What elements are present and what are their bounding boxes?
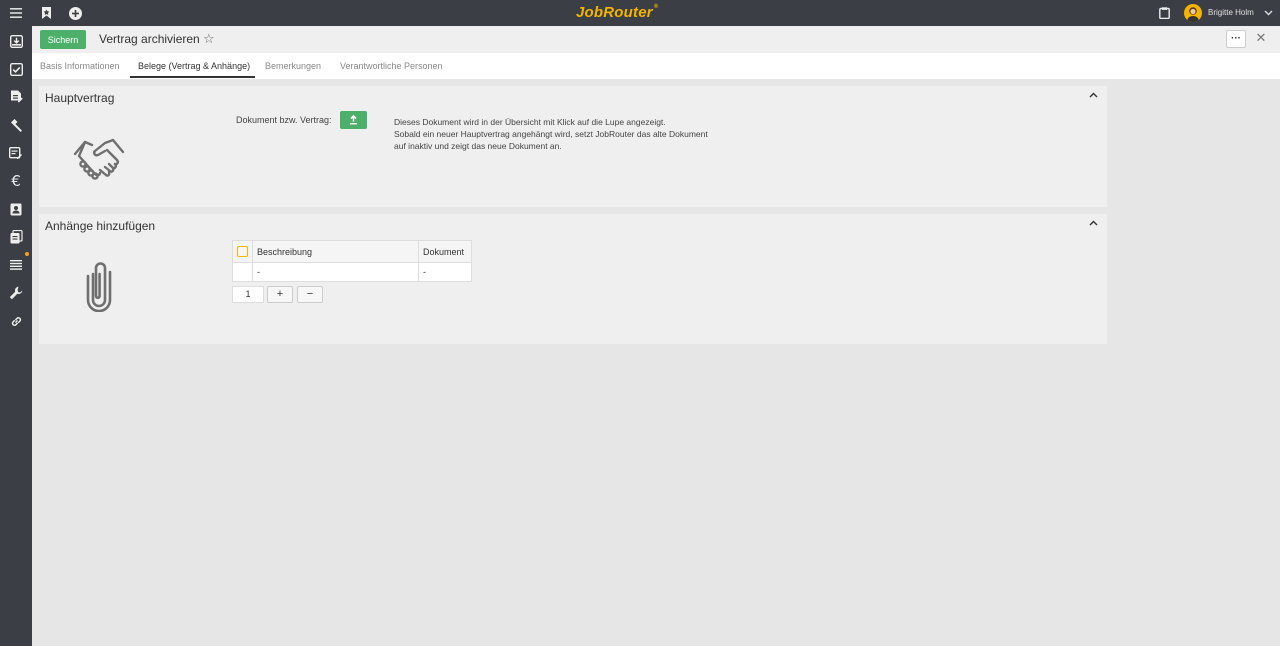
handshake-icon xyxy=(73,134,125,185)
top-bar: JobRouter® Brigitte Holm xyxy=(0,0,1280,26)
column-header-dokument: Dokument xyxy=(418,240,472,263)
section-title: Hauptvertrag xyxy=(45,91,115,105)
form-edit-icon[interactable] xyxy=(6,143,26,163)
menu-icon[interactable] xyxy=(7,4,25,22)
chevron-up-icon[interactable] xyxy=(1089,90,1098,101)
add-row-button[interactable]: + xyxy=(267,286,293,303)
tab-basis-informationen[interactable]: Basis Informationen xyxy=(40,61,120,71)
select-all-checkbox[interactable] xyxy=(237,246,248,258)
upload-icon xyxy=(350,115,357,125)
row-document-cell[interactable]: - xyxy=(418,262,472,282)
upload-button[interactable] xyxy=(340,111,367,129)
row-count-input[interactable]: 1 xyxy=(232,286,264,303)
contact-card-icon[interactable] xyxy=(6,199,26,219)
tab-bar: Basis Informationen Belege (Vertrag & An… xyxy=(32,53,1280,79)
paperclip-icon xyxy=(85,262,113,315)
document-field-label: Dokument bzw. Vertrag: xyxy=(236,115,332,125)
star-icon[interactable]: ☆ xyxy=(203,31,215,47)
clipboard-icon[interactable] xyxy=(1155,4,1173,22)
add-circle-icon[interactable] xyxy=(66,4,84,22)
close-icon[interactable]: ✕ xyxy=(1254,30,1268,45)
select-all-cell xyxy=(232,240,253,263)
chevron-up-icon[interactable] xyxy=(1089,218,1098,229)
clipboard-list-icon[interactable] xyxy=(6,227,26,247)
section-title: Anhänge hinzufügen xyxy=(45,219,156,233)
tasks-done-icon[interactable] xyxy=(6,59,26,79)
list-icon[interactable] xyxy=(6,255,26,275)
more-options-button[interactable]: ··· xyxy=(1226,30,1246,48)
section-hauptvertrag: Hauptvertrag Dokument bzw. Vertrag: Dies… xyxy=(39,86,1107,207)
brand-logo: JobRouter® xyxy=(576,4,659,21)
tab-belege[interactable]: Belege (Vertrag & Anhänge) xyxy=(138,61,250,71)
info-text: Dieses Dokument wird in der Übersicht mi… xyxy=(394,117,708,151)
document-edit-icon[interactable] xyxy=(6,87,26,107)
user-name[interactable]: Brigitte Holm xyxy=(1208,8,1254,17)
bookmark-icon[interactable] xyxy=(37,4,55,22)
tab-verantwortliche-personen[interactable]: Verantwortliche Personen xyxy=(340,61,443,71)
link-icon[interactable] xyxy=(6,311,26,331)
active-tab-indicator xyxy=(130,76,255,78)
table-row: - - xyxy=(232,262,472,282)
form-header: Sichern Vertrag archivieren ☆ ··· ✕ xyxy=(32,26,1280,53)
inbox-icon[interactable] xyxy=(6,31,26,51)
avatar[interactable] xyxy=(1184,4,1202,22)
attachments-table: Beschreibung Dokument - - xyxy=(232,240,472,282)
row-select-cell[interactable] xyxy=(232,262,253,282)
wrench-icon[interactable] xyxy=(6,283,26,303)
tab-bemerkungen[interactable]: Bemerkungen xyxy=(265,61,321,71)
row-description-cell[interactable]: - xyxy=(252,262,419,282)
remove-row-button[interactable]: − xyxy=(297,286,323,303)
column-header-beschreibung: Beschreibung xyxy=(252,240,419,263)
left-sidebar: € xyxy=(0,26,32,646)
save-button[interactable]: Sichern xyxy=(40,30,86,49)
page-title: Vertrag archivieren xyxy=(99,32,200,46)
euro-icon[interactable]: € xyxy=(6,171,26,191)
hammer-icon[interactable] xyxy=(6,115,26,135)
chevron-down-icon[interactable] xyxy=(1259,4,1277,22)
section-anhaenge: Anhänge hinzufügen Beschreibung Dokument… xyxy=(39,214,1107,344)
